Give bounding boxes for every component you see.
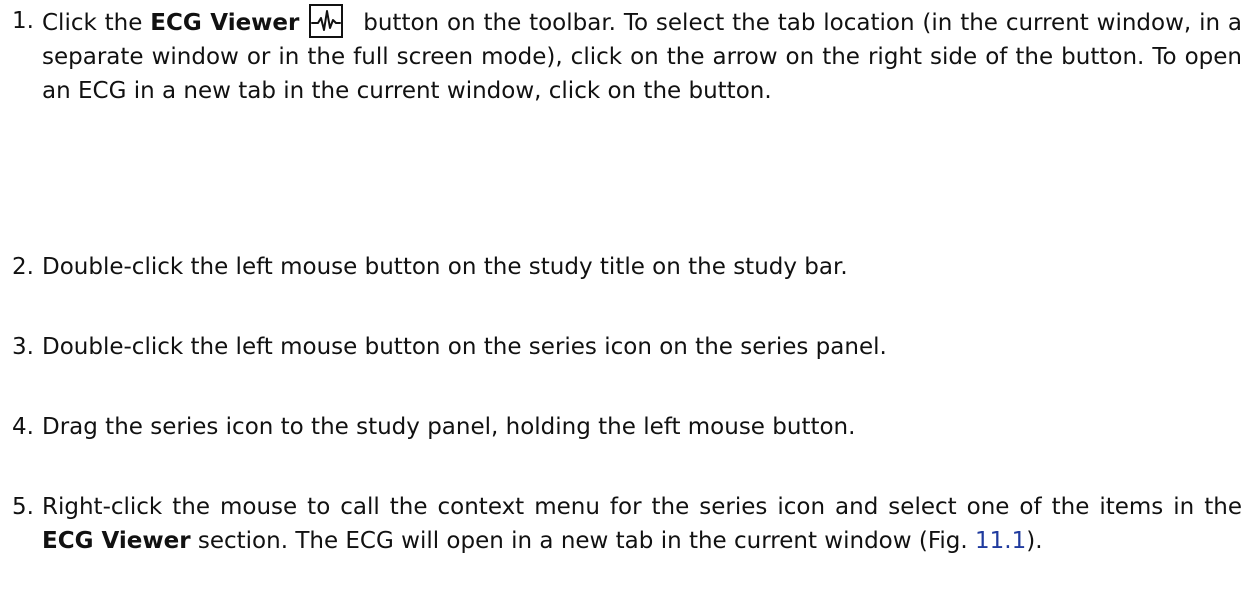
step-text-pre: Click the bbox=[42, 10, 151, 36]
step-text-mid: section. The ECG will open in a new tab … bbox=[190, 528, 976, 554]
list-item: 3. Double-click the left mouse button on… bbox=[12, 330, 1242, 364]
list-item: 2. Double-click the left mouse button on… bbox=[12, 250, 1242, 284]
ecg-viewer-label: ECG Viewer bbox=[42, 528, 191, 554]
ecg-waveform-icon bbox=[311, 10, 342, 31]
list-item: 5. Right-click the mouse to call the con… bbox=[12, 490, 1242, 558]
step-text: Double-click the left mouse button on th… bbox=[42, 254, 848, 280]
step-number: 5. bbox=[12, 494, 34, 520]
step-number: 3. bbox=[12, 334, 34, 360]
step-text: Drag the series icon to the study panel,… bbox=[42, 414, 856, 440]
step-text-post: ). bbox=[1026, 528, 1043, 554]
step-text: Right-click the mouse to call the contex… bbox=[42, 490, 1242, 558]
step-number: 2. bbox=[12, 254, 34, 280]
step-number: 4. bbox=[12, 414, 34, 440]
list-item: 1. Click the ECG Viewer button on the to… bbox=[12, 4, 1242, 108]
ecg-viewer-label: ECG Viewer bbox=[150, 10, 300, 36]
step-text-pre: Right-click the mouse to call the contex… bbox=[42, 494, 1242, 520]
ecg-viewer-icon bbox=[309, 4, 344, 38]
list-item: 4. Drag the series icon to the study pan… bbox=[12, 410, 1242, 444]
step-number: 1. bbox=[12, 8, 34, 34]
figure-reference-link[interactable]: 11.1 bbox=[975, 528, 1026, 554]
step-text: Double-click the left mouse button on th… bbox=[42, 334, 887, 360]
step-text: Click the ECG Viewer button on the toolb… bbox=[42, 4, 1242, 108]
